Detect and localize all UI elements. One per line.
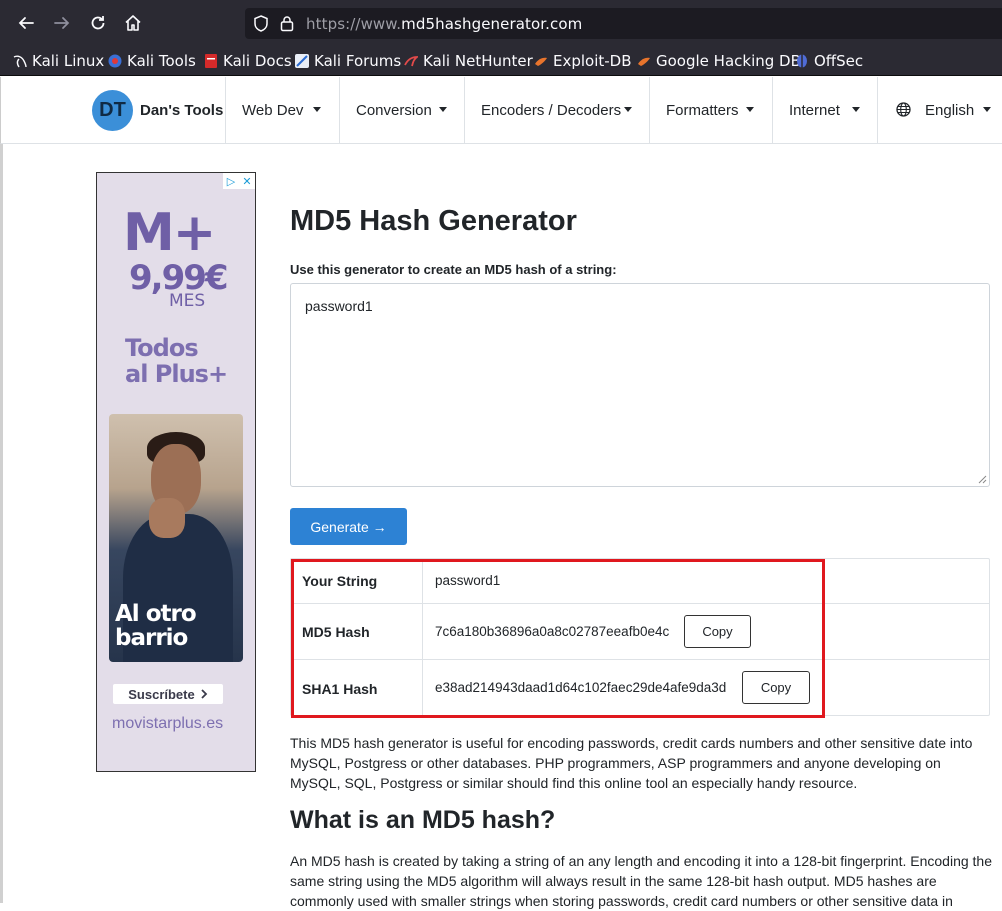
bookmark-label: Exploit-DB xyxy=(553,52,632,70)
url-text: https://www.md5hashgenerator.com xyxy=(306,15,582,33)
description-paragraph: This MD5 hash generator is useful for en… xyxy=(290,735,973,791)
bookmark-label: Kali Docs xyxy=(223,52,292,70)
kali-tools-icon xyxy=(108,54,122,68)
shield-icon xyxy=(254,15,268,32)
ad-photo-text-line: Al otro xyxy=(115,601,197,627)
home-icon xyxy=(125,15,141,31)
bookmark-label: Kali Linux xyxy=(32,52,105,70)
chevron-right-icon xyxy=(201,689,208,699)
caret-down-icon xyxy=(624,107,632,112)
globe-icon xyxy=(896,102,911,117)
nav-encoders-decoders[interactable]: Encoders / Decoders xyxy=(464,77,649,143)
bookmark-kali-linux[interactable]: Kali Linux xyxy=(13,51,104,71)
bookmark-label: Google Hacking DB xyxy=(656,52,801,70)
site-header: DT Dan's Tools Web Dev Conversion Encode… xyxy=(0,77,1002,144)
offsec-icon xyxy=(797,54,807,68)
reload-icon xyxy=(91,16,105,30)
url-bar[interactable]: https://www.md5hashgenerator.com xyxy=(245,8,1002,39)
back-button[interactable] xyxy=(15,12,37,34)
ad-headline-line: al Plus+ xyxy=(125,360,228,388)
bookmark-kali-nethunter[interactable]: Kali NetHunter xyxy=(404,51,533,71)
bookmark-label: Kali Forums xyxy=(314,52,402,70)
ad-photo: Al otro barrio xyxy=(109,414,243,662)
language-selector[interactable]: English xyxy=(877,77,1002,143)
nav-internet[interactable]: Internet xyxy=(772,77,877,143)
kali-forums-icon xyxy=(295,54,309,68)
forward-arrow-icon xyxy=(54,17,70,29)
ad-headline-line: Todos xyxy=(125,334,199,362)
nav-conversion[interactable]: Conversion xyxy=(339,77,464,143)
nav-label: Conversion xyxy=(356,101,432,119)
ad-headline: Todos al Plus+ xyxy=(125,334,228,388)
page-edge xyxy=(0,144,3,903)
caret-down-icon xyxy=(852,107,860,112)
generate-button[interactable]: Generate → xyxy=(290,508,407,545)
ad-choices[interactable]: ▷ ✕ xyxy=(223,173,255,189)
nav-web-dev[interactable]: Web Dev xyxy=(225,77,339,143)
nav-label: Internet xyxy=(789,101,840,119)
home-button[interactable] xyxy=(122,12,144,34)
input-label: Use this generator to create an MD5 hash… xyxy=(290,262,617,277)
ad-photo-text: Al otro barrio xyxy=(115,601,197,651)
ad-photo-text-line: barrio xyxy=(115,625,188,651)
bookmark-label: Kali NetHunter xyxy=(423,52,533,70)
reload-button[interactable] xyxy=(87,12,109,34)
md5-explanation-paragraph: An MD5 hash is created by taking a strin… xyxy=(290,853,992,909)
section-heading: What is an MD5 hash? xyxy=(290,806,556,834)
string-input[interactable]: password1 xyxy=(290,283,990,487)
page-title: MD5 Hash Generator xyxy=(290,205,577,237)
logo-text[interactable]: Dan's Tools xyxy=(140,102,223,119)
bookmark-google-hacking-db[interactable]: Google Hacking DB xyxy=(637,51,801,71)
bookmark-kali-docs[interactable]: Kali Docs xyxy=(204,51,292,71)
bookmark-exploit-db[interactable]: Exploit-DB xyxy=(534,51,632,71)
url-prefix: https://www. xyxy=(306,15,402,33)
close-icon[interactable]: ✕ xyxy=(239,173,255,189)
forward-button[interactable] xyxy=(51,12,73,34)
bookmark-kali-tools[interactable]: Kali Tools xyxy=(108,51,196,71)
ad-site: movistarplus.es xyxy=(112,715,224,732)
nav-formatters[interactable]: Formatters xyxy=(649,77,772,143)
annotation-highlight-box xyxy=(291,559,825,718)
lock-icon xyxy=(280,16,294,32)
bookmark-label: OffSec xyxy=(814,52,864,70)
nav-label: Formatters xyxy=(666,101,739,119)
ad-cta-label: Suscríbete xyxy=(128,686,195,702)
nav-label: Encoders / Decoders xyxy=(481,101,622,119)
caret-down-icon xyxy=(313,107,321,112)
caret-down-icon xyxy=(983,107,991,112)
ghdb-icon xyxy=(638,57,650,66)
ad-subscribe-button[interactable]: Suscríbete xyxy=(113,684,223,704)
nav-label: Web Dev xyxy=(242,101,304,119)
exploitdb-icon xyxy=(535,57,547,66)
advertisement[interactable]: ▷ ✕ M+ 9,99€ MES Todos al Plus+ Al otro … xyxy=(96,172,256,772)
ad-period: MES xyxy=(169,291,206,311)
caret-down-icon xyxy=(439,107,447,112)
language-label: English xyxy=(925,101,975,119)
kali-docs-icon xyxy=(205,54,217,68)
bookmark-kali-forums[interactable]: Kali Forums xyxy=(295,51,401,71)
resize-grip-icon[interactable] xyxy=(977,474,987,484)
kali-dragon-icon xyxy=(13,55,27,68)
back-arrow-icon xyxy=(18,17,34,29)
ad-photo-hand xyxy=(149,498,185,538)
bookmarks-bar: Kali Linux Kali Tools Kali Docs Kali For… xyxy=(0,46,1002,76)
bookmark-label: Kali Tools xyxy=(127,52,196,70)
caret-down-icon xyxy=(746,107,754,112)
url-domain: md5hashgenerator.com xyxy=(401,15,583,33)
nethunter-icon xyxy=(404,56,418,67)
logo-badge[interactable]: DT xyxy=(92,90,133,131)
ad-brand-logo: M+ xyxy=(123,203,216,263)
browser-toolbar: https://www.md5hashgenerator.com xyxy=(0,0,1002,46)
bookmark-offsec[interactable]: OffSec xyxy=(795,51,863,71)
adchoices-icon[interactable]: ▷ xyxy=(223,173,239,189)
